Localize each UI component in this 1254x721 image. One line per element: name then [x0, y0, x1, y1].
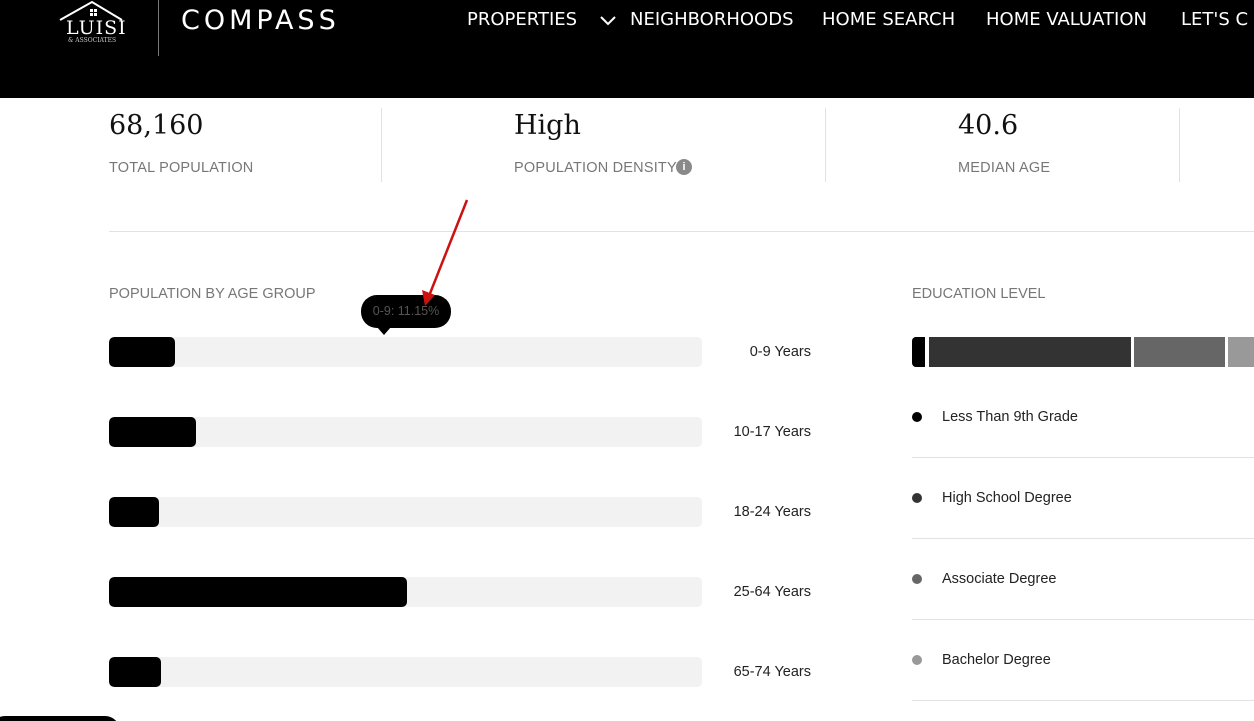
education-label: High School Degree: [942, 490, 1072, 506]
education-segment[interactable]: [1134, 337, 1225, 367]
age-bar-track: [109, 337, 702, 367]
nav-home-search[interactable]: HOME SEARCH: [822, 9, 955, 31]
education-segment[interactable]: [929, 337, 1131, 367]
age-bar-fill: [109, 417, 197, 447]
tooltip-pointer: [377, 327, 391, 335]
legend-divider: [912, 457, 1254, 458]
age-group-row[interactable]: 25-64 Years: [109, 577, 819, 607]
site-header: LUISI & ASSOCIATES COMPASS PROPERTIES NE…: [0, 0, 1254, 98]
age-bar-track: [109, 657, 702, 687]
nav-home-valuation[interactable]: HOME VALUATION: [986, 9, 1147, 31]
age-group-label: 18-24 Years: [733, 504, 811, 520]
legend-dot: [912, 493, 922, 503]
age-bar-fill: [109, 497, 159, 527]
education-label: Less Than 9th Grade: [942, 409, 1078, 425]
age-bar-track: [109, 417, 702, 447]
legend-divider: [912, 700, 1254, 701]
education-legend-item: Bachelor Degree: [912, 646, 1254, 676]
age-group-row[interactable]: 18-24 Years: [109, 497, 819, 527]
legend-dot: [912, 412, 922, 422]
education-legend-item: High School Degree: [912, 484, 1254, 514]
stat-divider: [825, 108, 826, 182]
section-divider: [109, 231, 1254, 232]
age-group-row[interactable]: 65-74 Years: [109, 657, 819, 687]
age-group-label: 65-74 Years: [733, 664, 811, 680]
median-age-label: MEDIAN AGE: [958, 160, 1051, 176]
education-legend-item: Associate Degree: [912, 565, 1254, 595]
age-bar-fill: [109, 657, 162, 687]
legend-dot: [912, 574, 922, 584]
age-bar-track: [109, 497, 702, 527]
luisi-logo[interactable]: LUISI & ASSOCIATES: [56, 0, 138, 48]
legend-divider: [912, 619, 1254, 620]
median-age-value: 40.6: [958, 110, 1019, 141]
age-group-label: 25-64 Years: [733, 584, 811, 600]
age-bar-fill: [109, 577, 407, 607]
associates-logo-text: & ASSOCIATES: [68, 37, 117, 44]
legend-divider: [912, 538, 1254, 539]
age-group-label: 10-17 Years: [733, 424, 811, 440]
education-label: Bachelor Degree: [942, 652, 1051, 668]
age-group-row[interactable]: 0-9 Years: [109, 337, 819, 367]
age-group-row[interactable]: 10-17 Years: [109, 417, 819, 447]
education-label: Associate Degree: [942, 571, 1057, 587]
education-level-title: EDUCATION LEVEL: [912, 286, 1046, 302]
population-density-value: High: [514, 110, 581, 141]
nav-properties[interactable]: PROPERTIES: [467, 9, 577, 31]
age-group-title: POPULATION BY AGE GROUP: [109, 286, 316, 302]
education-stacked-bar[interactable]: [912, 337, 1254, 367]
info-icon[interactable]: i: [676, 159, 692, 175]
luisi-logo-text: LUISI: [66, 17, 127, 39]
nav-neighborhoods[interactable]: NEIGHBORHOODS: [630, 9, 794, 31]
compass-logo[interactable]: COMPASS: [181, 4, 340, 38]
education-segment[interactable]: [912, 337, 925, 367]
population-density-label: POPULATION DENSITY: [514, 160, 677, 176]
legend-dot: [912, 655, 922, 665]
age-bar-track: [109, 577, 702, 607]
education-legend-item: Less Than 9th Grade: [912, 403, 1254, 433]
chevron-down-icon[interactable]: [598, 11, 618, 31]
bar-tooltip: 0-9: 11.15%: [361, 295, 451, 328]
total-population-value: 68,160: [109, 110, 204, 141]
logo-divider: [158, 0, 159, 56]
education-segment[interactable]: [1228, 337, 1254, 367]
chat-widget-button[interactable]: [0, 716, 120, 721]
age-group-label: 0-9 Years: [749, 344, 811, 360]
stat-divider: [381, 108, 382, 182]
stat-divider: [1179, 108, 1180, 182]
age-bar-fill: [109, 337, 176, 367]
nav-lets-connect[interactable]: LET'S C: [1181, 9, 1248, 31]
total-population-label: TOTAL POPULATION: [109, 160, 254, 176]
